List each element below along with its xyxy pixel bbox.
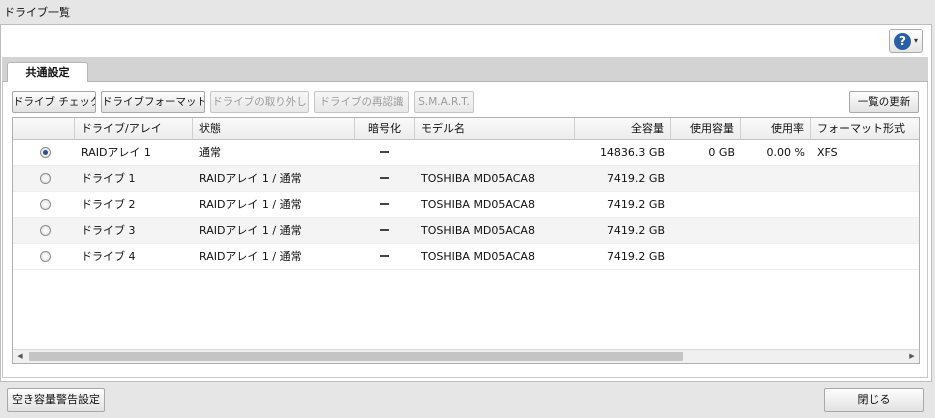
window-title: ドライブ一覧 [4, 6, 70, 19]
drive-status: RAIDアレイ 1 / 通常 [199, 250, 302, 263]
drive-format [811, 166, 919, 191]
drive-used [671, 166, 741, 191]
encryption-none-icon [380, 151, 389, 153]
drive-used [671, 244, 741, 269]
close-button[interactable]: 閉じる [824, 388, 924, 412]
drive-capacity: 7419.2 GB [606, 250, 665, 263]
row-select-radio[interactable] [40, 251, 51, 262]
drive-status: RAIDアレイ 1 / 通常 [199, 198, 302, 211]
column-header-encryption[interactable]: 暗号化 [355, 118, 415, 140]
drive-format: XFS [817, 146, 838, 159]
scrollbar-thumb[interactable] [29, 352, 683, 361]
column-header-format[interactable]: フォーマット形式 [811, 118, 919, 140]
drive-format-button[interactable]: ドライブフォーマット [101, 91, 205, 113]
table-row[interactable]: RAIDアレイ 1 通常 14836.3 GB 0 GB 0.00 % XFS [13, 140, 919, 166]
drive-capacity: 14836.3 GB [599, 146, 665, 159]
row-select-radio[interactable] [40, 173, 51, 184]
table-row[interactable]: ドライブ 4 RAIDアレイ 1 / 通常 TOSHIBA MD05ACA8 7… [13, 244, 919, 270]
drive-usage [741, 166, 811, 191]
drive-capacity: 7419.2 GB [606, 224, 665, 237]
row-select-radio[interactable] [40, 147, 51, 158]
horizontal-scrollbar[interactable]: ◀ ▶ [13, 349, 919, 363]
drive-format [811, 192, 919, 217]
drive-capacity: 7419.2 GB [606, 172, 665, 185]
chevron-down-icon: ▾ [914, 36, 919, 45]
drive-remove-button[interactable]: ドライブの取り外し [210, 91, 309, 113]
drive-name: ドライブ 3 [81, 224, 136, 237]
drive-model: TOSHIBA MD05ACA8 [421, 224, 535, 237]
column-header-used[interactable]: 使用容量 [671, 118, 741, 140]
table-header: ドライブ/アレイ 状態 暗号化 モデル名 全容量 使用容量 使用率 フォーマット… [13, 118, 919, 140]
drive-usage [741, 218, 811, 243]
column-header-drive[interactable]: ドライブ/アレイ [75, 118, 193, 140]
drive-format [811, 244, 919, 269]
drive-used [671, 218, 741, 243]
column-header-usage[interactable]: 使用率 [741, 118, 811, 140]
encryption-none-icon [380, 203, 389, 205]
drive-usage: 0.00 % [766, 146, 805, 159]
column-header-capacity[interactable]: 全容量 [575, 118, 671, 140]
row-select-radio[interactable] [40, 199, 51, 210]
drive-format [811, 218, 919, 243]
help-button[interactable]: ? ▾ [889, 29, 923, 53]
drive-check-button[interactable]: ドライブ チェック [12, 91, 96, 113]
tab-strip [2, 57, 928, 82]
row-select-radio[interactable] [40, 225, 51, 236]
drive-usage [741, 192, 811, 217]
drive-table: ドライブ/アレイ 状態 暗号化 モデル名 全容量 使用容量 使用率 フォーマット… [12, 117, 920, 364]
drive-reauth-button[interactable]: ドライブの再認識 [314, 91, 409, 113]
drive-status: 通常 [199, 146, 221, 159]
drive-name: RAIDアレイ 1 [81, 146, 151, 159]
table-row[interactable]: ドライブ 3 RAIDアレイ 1 / 通常 TOSHIBA MD05ACA8 7… [13, 218, 919, 244]
scroll-right-icon[interactable]: ▶ [905, 350, 919, 363]
table-row[interactable]: ドライブ 1 RAIDアレイ 1 / 通常 TOSHIBA MD05ACA8 7… [13, 166, 919, 192]
tab-common-settings[interactable]: 共通設定 [7, 62, 88, 83]
drive-name: ドライブ 1 [81, 172, 136, 185]
drive-model [415, 140, 575, 165]
column-header-model[interactable]: モデル名 [415, 118, 575, 140]
smart-button[interactable]: S.M.A.R.T. [414, 91, 474, 113]
drive-model: TOSHIBA MD05ACA8 [421, 250, 535, 263]
drive-capacity: 7419.2 GB [606, 198, 665, 211]
space-warning-settings-button[interactable]: 空き容量警告設定 [7, 388, 105, 412]
table-row[interactable]: ドライブ 2 RAIDアレイ 1 / 通常 TOSHIBA MD05ACA8 7… [13, 192, 919, 218]
drive-status: RAIDアレイ 1 / 通常 [199, 224, 302, 237]
drive-used: 0 GB [708, 146, 735, 159]
drive-used [671, 192, 741, 217]
column-header-select [13, 118, 75, 140]
drive-status: RAIDアレイ 1 / 通常 [199, 172, 302, 185]
help-icon: ? [894, 33, 911, 50]
scroll-left-icon[interactable]: ◀ [13, 350, 27, 363]
drive-model: TOSHIBA MD05ACA8 [421, 172, 535, 185]
encryption-none-icon [380, 255, 389, 257]
drive-usage [741, 244, 811, 269]
encryption-none-icon [380, 229, 389, 231]
column-header-status[interactable]: 状態 [193, 118, 355, 140]
drive-name: ドライブ 2 [81, 198, 136, 211]
drive-model: TOSHIBA MD05ACA8 [421, 198, 535, 211]
encryption-none-icon [380, 177, 389, 179]
drive-name: ドライブ 4 [81, 250, 136, 263]
refresh-list-button[interactable]: 一覧の更新 [849, 91, 919, 113]
